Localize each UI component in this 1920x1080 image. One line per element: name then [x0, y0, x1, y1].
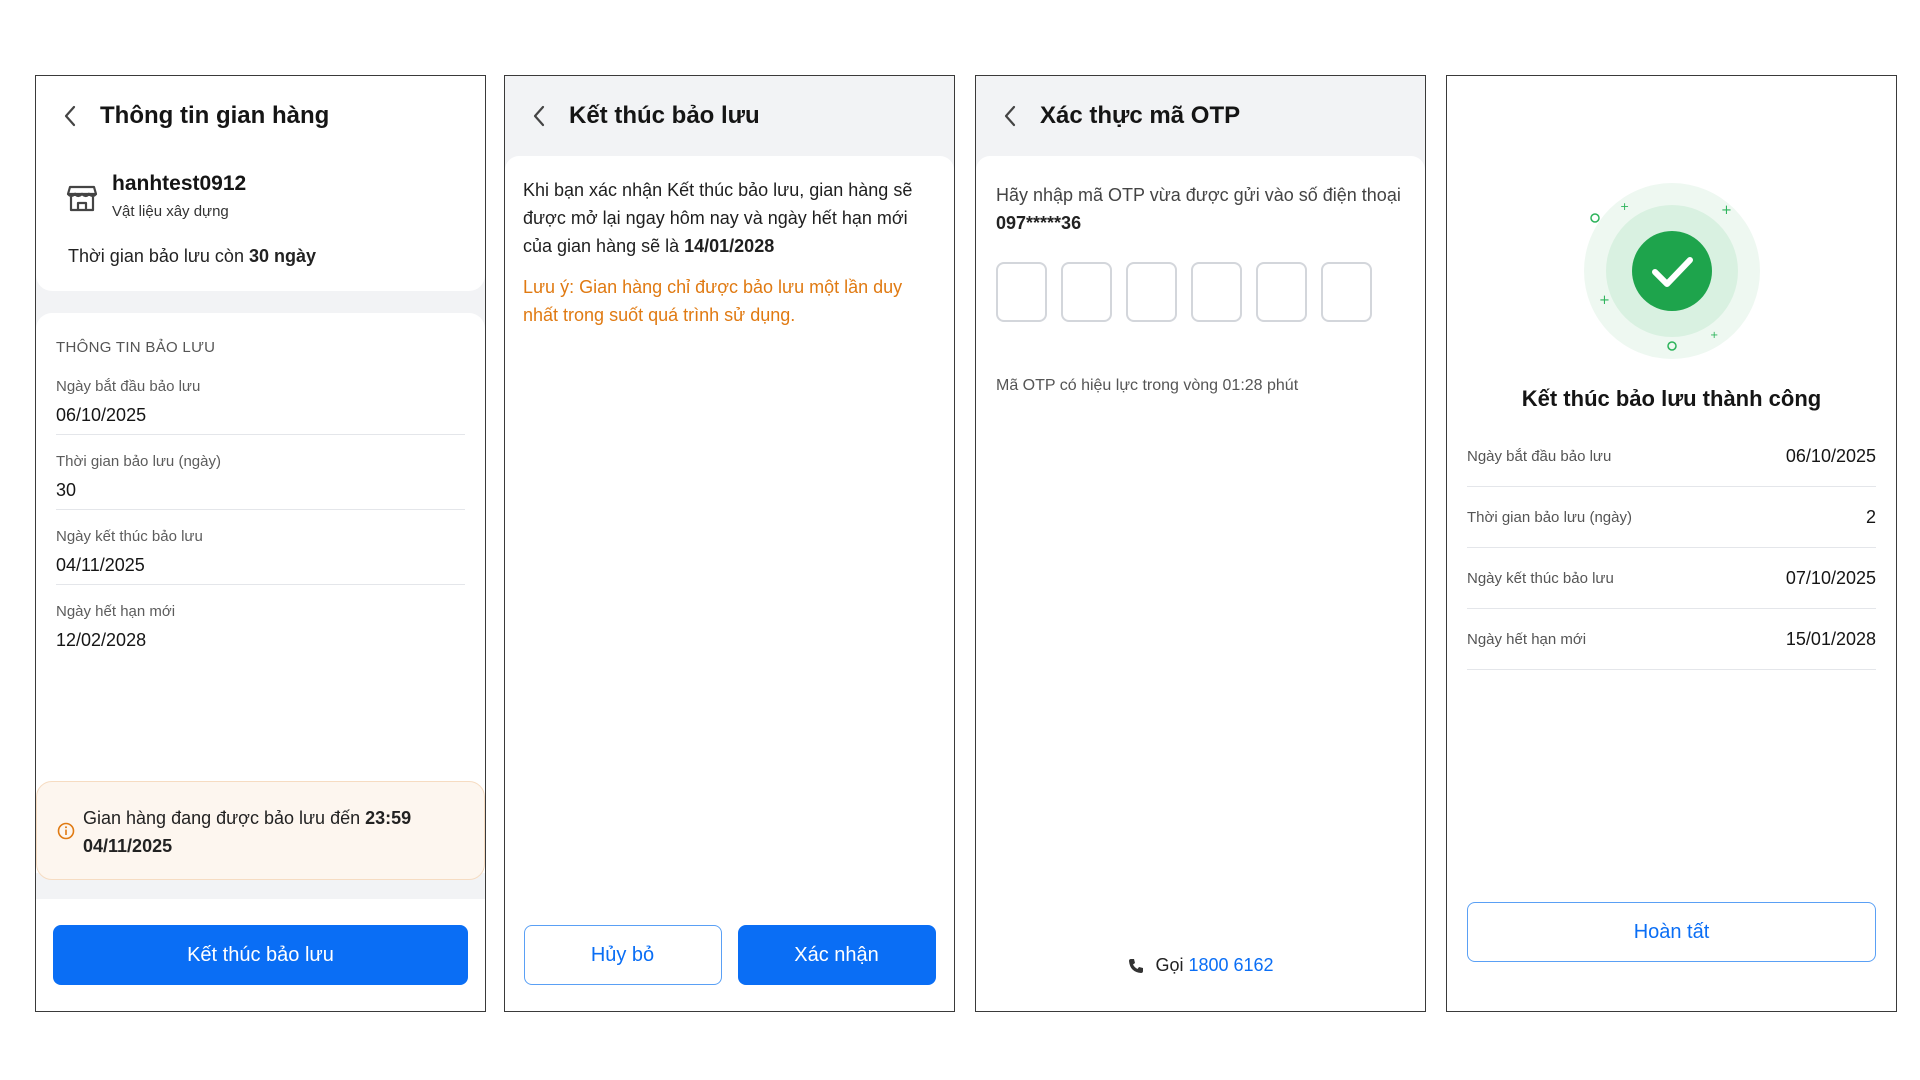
content-card: Khi bạn xác nhận Kết thúc bảo lưu, gian … — [505, 156, 954, 899]
store-icon — [66, 185, 98, 212]
otp-digit-input[interactable] — [996, 262, 1047, 322]
back-button[interactable] — [998, 104, 1022, 128]
otp-prompt-text: Hãy nhập mã OTP vừa được gửi vào số điện… — [996, 185, 1401, 205]
summary-list: Ngày bắt đầu bảo lưu 06/10/2025 Thời gia… — [1467, 426, 1876, 670]
otp-prompt: Hãy nhập mã OTP vừa được gửi vào số điện… — [996, 181, 1405, 237]
end-reservation-button[interactable]: Kết thúc bảo lưu — [53, 925, 468, 985]
info-icon — [57, 822, 75, 840]
page-title: Thông tin gian hàng — [100, 102, 330, 129]
page-title: Kết thúc bảo lưu — [569, 102, 760, 129]
call-label: Gọi — [1155, 955, 1184, 975]
footer: Hủy bỏ Xác nhận — [505, 899, 954, 1011]
summary-row: Ngày kết thúc bảo lưu 07/10/2025 — [1467, 548, 1876, 609]
field-value: 06/10/2025 — [56, 405, 147, 425]
svg-text:+: + — [1599, 293, 1610, 308]
cancel-button[interactable]: Hủy bỏ — [523, 925, 722, 985]
notice-time: 23:59 — [365, 808, 412, 828]
otp-digit-input[interactable] — [1321, 262, 1372, 322]
remaining-prefix: Thời gian bảo lưu còn — [68, 246, 249, 266]
new-expiry-date: 14/01/2028 — [684, 236, 775, 256]
field-row: Thời gian bảo lưu (ngày) 30 — [56, 453, 465, 510]
otp-digit-input[interactable] — [1256, 262, 1307, 322]
back-button[interactable] — [527, 104, 551, 128]
masked-phone: 097*****36 — [996, 213, 1082, 233]
content-card: Hãy nhập mã OTP vừa được gửi vào số điện… — [976, 156, 1425, 1011]
summary-row: Ngày bắt đầu bảo lưu 06/10/2025 — [1467, 426, 1876, 487]
field-value: 04/11/2025 — [56, 555, 145, 575]
field-label: Ngày hết hạn mới — [56, 603, 176, 620]
store-summary-card: Thông tin gian hàng hanhtest0912 Vật liệ… — [36, 76, 485, 291]
chevron-left-icon — [533, 105, 545, 127]
success-illustration: + + + + — [1447, 176, 1896, 366]
field-label: Ngày kết thúc bảo lưu — [56, 528, 203, 545]
confirmation-text: Khi bạn xác nhận Kết thúc bảo lưu, gian … — [523, 176, 936, 260]
footer: Kết thúc bảo lưu — [36, 899, 485, 1011]
screen-success: + + + + Kết thúc bảo lưu thành công Ngày… — [1446, 75, 1897, 1012]
store-category: Vật liệu xây dựng — [112, 203, 229, 220]
header: Kết thúc bảo lưu — [505, 76, 954, 156]
phone-icon — [1129, 958, 1144, 973]
screen-end-reservation: Kết thúc bảo lưu Khi bạn xác nhận Kết th… — [504, 75, 955, 1012]
field-label: Thời gian bảo lưu (ngày) — [56, 453, 221, 470]
header: Thông tin gian hàng — [36, 76, 485, 156]
summary-label: Thời gian bảo lưu (ngày) — [1467, 508, 1632, 526]
notice-prefix: Gian hàng đang được bảo lưu đến — [83, 808, 366, 828]
summary-value: 2 — [1865, 506, 1876, 527]
screen-otp-verification: Xác thực mã OTP Hãy nhập mã OTP vừa được… — [975, 75, 1426, 1012]
notice-date: 04/11/2025 — [83, 836, 173, 856]
otp-digit-input[interactable] — [1191, 262, 1242, 322]
svg-text:+: + — [1620, 200, 1629, 213]
summary-value: 15/01/2028 — [1785, 628, 1876, 649]
summary-row: Thời gian bảo lưu (ngày) 2 — [1467, 487, 1876, 548]
summary-label: Ngày hết hạn mới — [1467, 630, 1587, 648]
remaining-time: Thời gian bảo lưu còn 30 ngày — [68, 246, 316, 267]
svg-text:+: + — [1710, 330, 1718, 341]
otp-validity-text: Mã OTP có hiệu lực trong vòng 01:28 phút — [996, 377, 1299, 394]
reservation-notice: Gian hàng đang được bảo lưu đến 23:59 04/… — [36, 781, 485, 880]
field-row: Ngày bắt đầu bảo lưu 06/10/2025 — [56, 378, 465, 435]
back-button[interactable] — [58, 104, 82, 128]
section-title: THÔNG TIN BẢO LƯU — [56, 339, 216, 356]
field-row: Ngày kết thúc bảo lưu 04/11/2025 — [56, 528, 465, 585]
warning-text: Lưu ý: Gian hàng chỉ được bảo lưu một lầ… — [523, 277, 903, 325]
notice-text: Gian hàng đang được bảo lưu đến 23:59 04/… — [83, 804, 411, 879]
field-value: 12/02/2028 — [56, 630, 147, 650]
chevron-left-icon — [64, 105, 76, 127]
page-title: Xác thực mã OTP — [1040, 102, 1241, 129]
otp-input-group — [996, 262, 1405, 322]
hotline-link[interactable]: 1800 6162 — [1188, 955, 1273, 976]
remaining-value: 30 ngày — [248, 246, 317, 266]
otp-digit-input[interactable] — [1061, 262, 1112, 322]
field-label: Ngày bắt đầu bảo lưu — [56, 378, 201, 395]
summary-value: 06/10/2025 — [1785, 445, 1876, 466]
summary-row: Ngày hết hạn mới 15/01/2028 — [1467, 609, 1876, 670]
field-row: Ngày hết hạn mới 12/02/2028 — [56, 603, 465, 659]
store-name: hanhtest0912 — [112, 172, 247, 195]
field-value: 30 — [56, 480, 77, 500]
success-title: Kết thúc bảo lưu thành công — [1521, 386, 1822, 411]
summary-label: Ngày kết thúc bảo lưu — [1467, 569, 1614, 587]
store-identity: hanhtest0912 Vật liệu xây dựng — [64, 171, 246, 220]
summary-value: 07/10/2025 — [1785, 567, 1876, 588]
chevron-left-icon — [1004, 105, 1016, 127]
svg-text:+: + — [1721, 203, 1732, 218]
screen-store-info: Thông tin gian hàng hanhtest0912 Vật liệ… — [35, 75, 486, 1012]
checkmark-icon: + + + + — [1583, 183, 1760, 359]
call-hotline: Gọi 1800 6162 — [976, 955, 1425, 976]
done-button[interactable]: Hoàn tất — [1467, 902, 1876, 962]
header: Xác thực mã OTP — [976, 76, 1425, 156]
otp-digit-input[interactable] — [1126, 262, 1177, 322]
summary-label: Ngày bắt đầu bảo lưu — [1467, 447, 1612, 465]
confirm-button[interactable]: Xác nhận — [737, 925, 936, 985]
